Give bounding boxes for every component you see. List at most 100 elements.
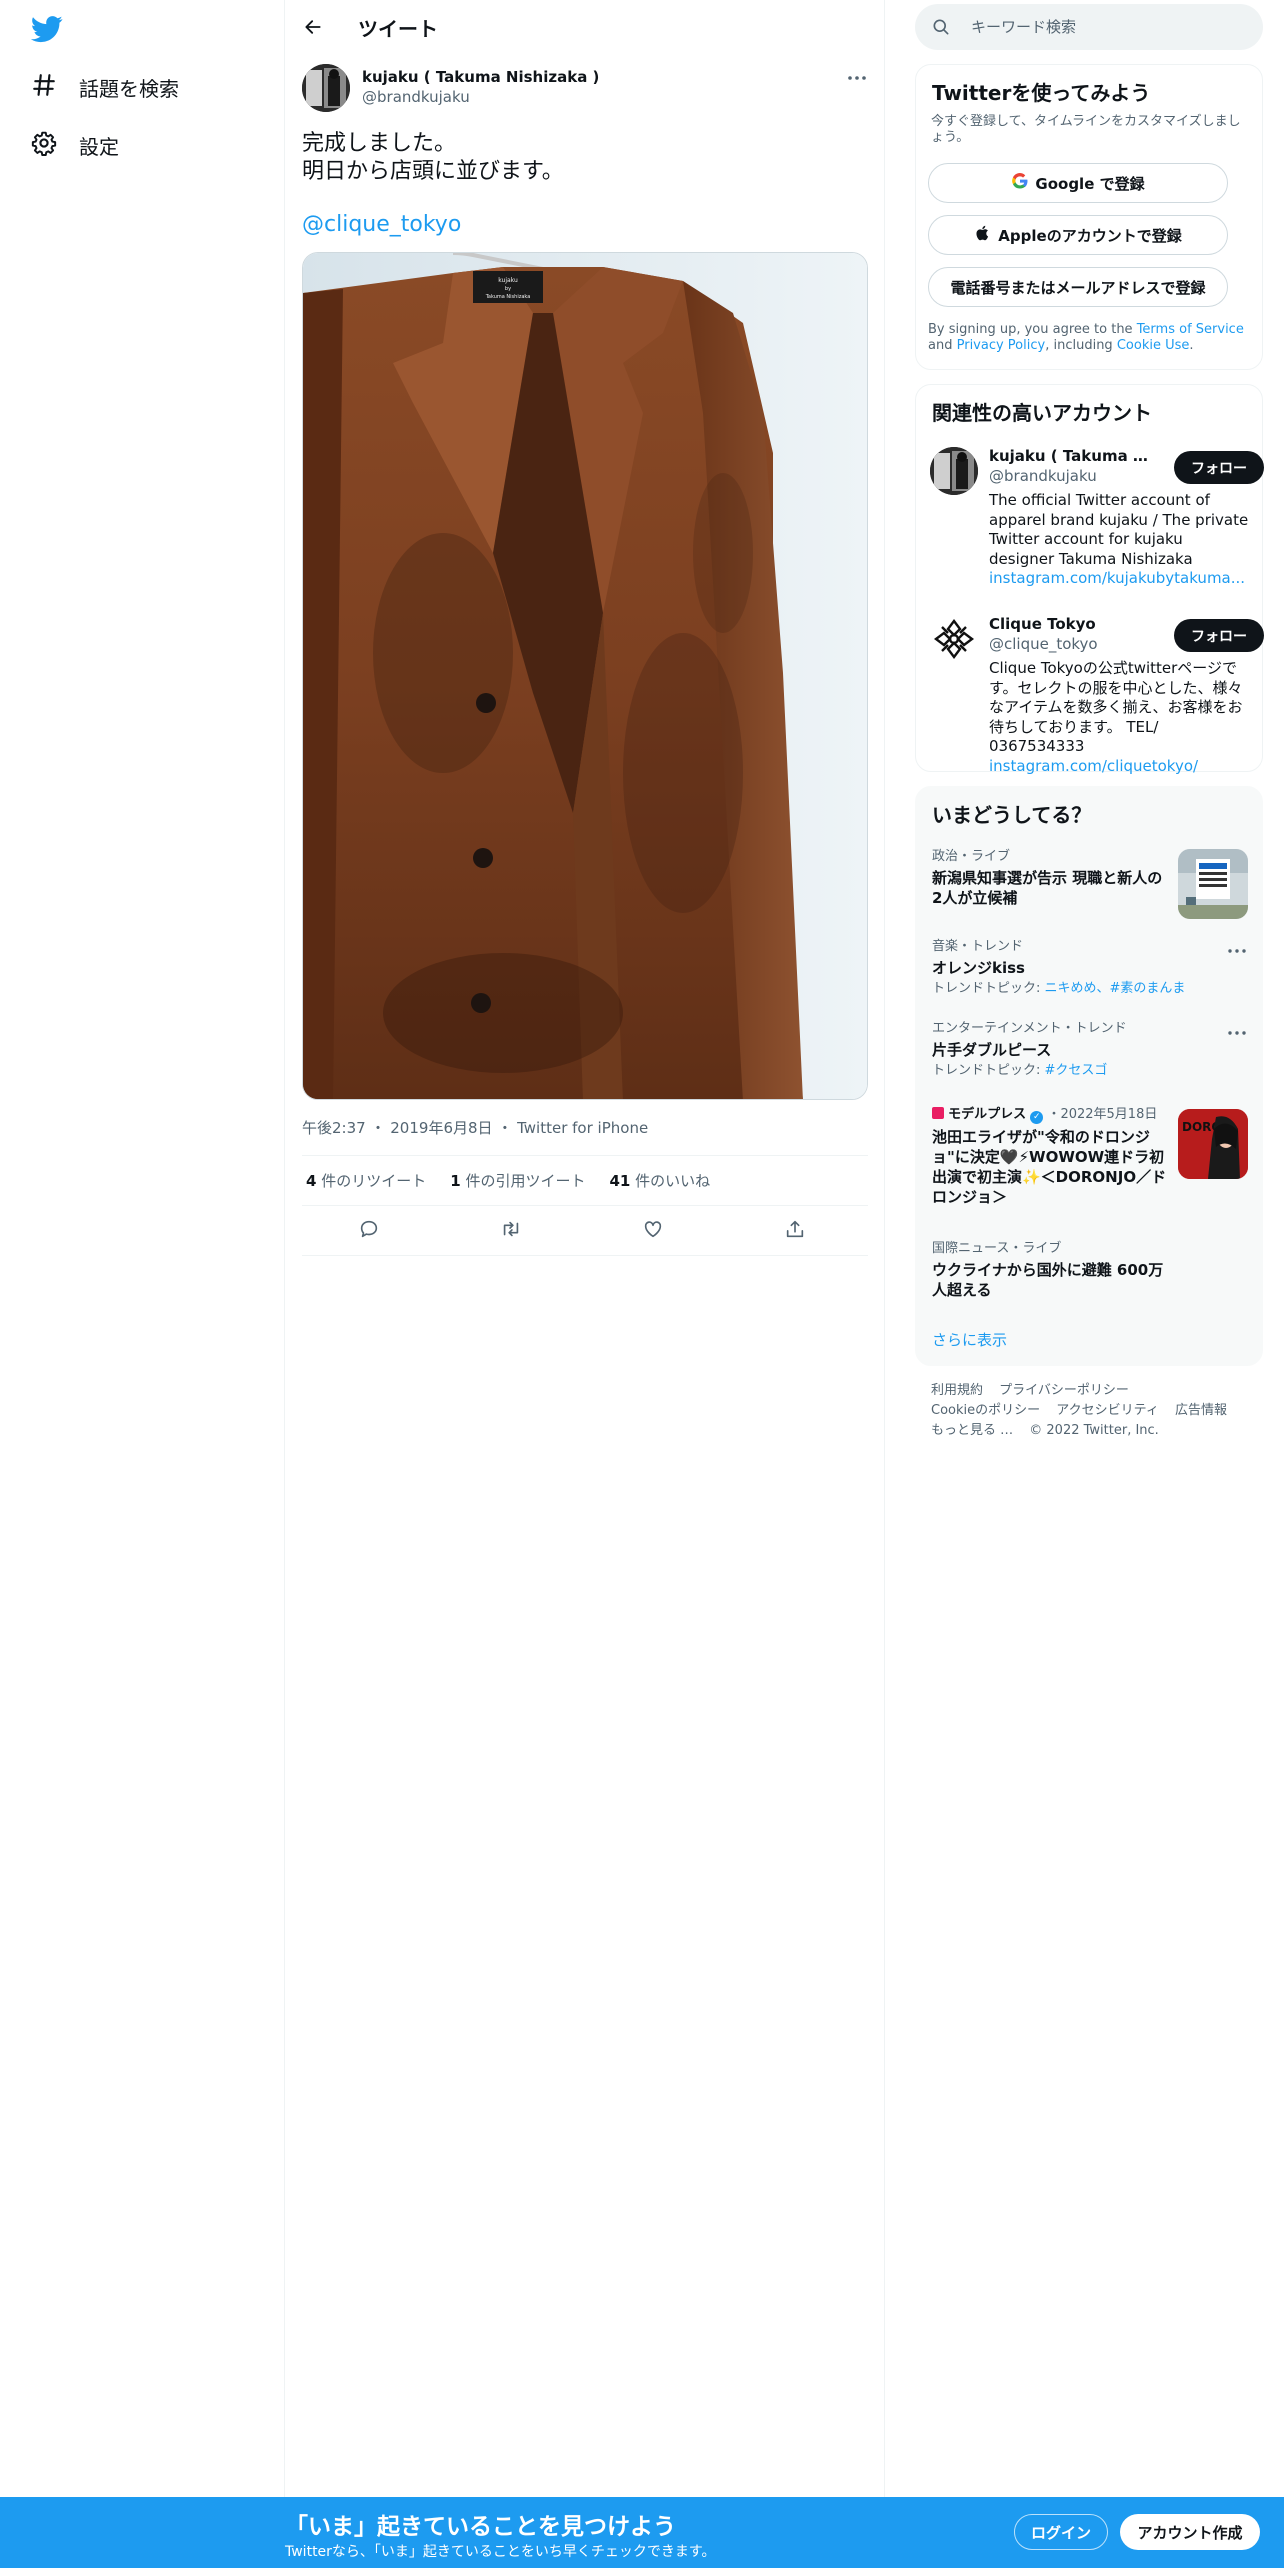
trend-more-icon[interactable] [1226,943,1248,957]
trend-item[interactable]: 国際ニュース・ライブ ウクライナから国外に避難 600万人超える [932,1241,1248,1303]
retweets-label: 件のリツイート [321,1172,427,1190]
verified-badge-icon: ✓ [1030,1111,1044,1124]
terms-of-service-link[interactable]: Terms of Service [1137,322,1244,337]
trend-context: 音楽・トレンド [932,939,1024,954]
quotes-stat[interactable]: 1 件の引用ツイート [450,1170,585,1191]
share-icon[interactable] [784,1218,810,1244]
footer-cookie-link[interactable]: Cookieのポリシー [931,1403,1040,1418]
account-item[interactable]: Clique Tokyo @clique_tokyo フォロー Clique T… [930,615,1264,775]
tweet-text: 完成しました。 明日から店頭に並びます。 [302,130,862,186]
account-bio-link[interactable]: instagram.com/cliquetokyo/ [989,757,1251,777]
trend-topics-links[interactable]: #クセスゴ [1045,1063,1108,1078]
apple-signup-label: Appleのアカウントで登録 [998,226,1182,245]
footer-accessibility-link[interactable]: アクセシビリティ [1056,1403,1159,1418]
account-handle[interactable]: @brandkujaku [989,467,1097,485]
search-input[interactable] [971,4,1241,50]
terms-and: and [928,338,953,353]
trend-more-icon[interactable] [1226,1025,1248,1039]
banner-subtitle: Twitterなら、「いま」起きていることをいち早くチェックできます。 [285,2544,716,2560]
google-signup-button[interactable]: Google で登録 [928,163,1228,203]
footer-terms-link[interactable]: 利用規約 [931,1383,983,1398]
back-button[interactable] [299,13,327,41]
follow-button[interactable]: フォロー [1174,451,1264,484]
tweet-text-line: 完成しました。 [302,131,457,156]
nav-settings[interactable]: 設定 [31,125,119,165]
trend-item[interactable]: エンターテインメント・トレンド 片手ダブルピース トレンドトピック: #クセスゴ [932,1021,1248,1083]
signup-button[interactable]: アカウント作成 [1120,2514,1260,2550]
author-handle[interactable]: @brandkujaku [362,88,470,106]
likes-stat[interactable]: 41 件のいいね [609,1170,710,1191]
more-options-icon[interactable] [846,70,868,86]
account-bio-link[interactable]: instagram.com/kujakubytakuma... [989,569,1251,589]
trend-thumbnail [1178,849,1248,919]
nav-explore-label: 話題を検索 [79,76,179,101]
main-header: ツイート [285,0,885,53]
footer-ads-link[interactable]: 広告情報 [1175,1403,1227,1418]
trend-item[interactable]: 音楽・トレンド オレンジkiss トレンドトピック: ニキめめ、#素のまんま [932,939,1248,1001]
trend-thumbnail: DORO [1178,1109,1248,1179]
photo-label-text: by [505,286,511,292]
meta-separator: ・ [370,1119,386,1137]
bottom-signup-banner: 「いま」起きていることを見つけよう Twitterなら、「いま」起きていることを… [0,2497,1284,2568]
terms-including: , including [1045,338,1113,353]
tweet-date[interactable]: 2019年6月8日 [390,1119,492,1137]
apple-signup-button[interactable]: Appleのアカウントで登録 [928,215,1228,255]
relevant-accounts-card: 関連性の高いアカウント kujaku ( Takuma Nishizaka ) … [915,384,1264,775]
account-item[interactable]: kujaku ( Takuma Nishizaka ) @brandkujaku… [930,447,1264,597]
nav-explore[interactable]: 話題を検索 [31,67,179,107]
tweet-source[interactable]: Twitter for iPhone [517,1119,648,1137]
privacy-policy-link[interactable]: Privacy Policy [957,338,1046,353]
tweet-mention-link[interactable]: @clique_tokyo [302,212,461,237]
meta-separator: ・ [497,1119,513,1137]
author-avatar[interactable] [302,64,350,112]
footer-privacy-link[interactable]: プライバシーポリシー [999,1383,1129,1398]
left-sidebar: 話題を検索 設定 [0,0,285,2497]
trends-title: いまどうしてる？ [932,803,1092,827]
main-column: ツイート kujaku ( Takuma Nishizaka ) @brandk… [285,0,885,2497]
tweet-actions [302,1206,868,1256]
tweet-time[interactable]: 午後2:37 [302,1119,366,1137]
retweets-stat[interactable]: 4 件のリツイート [306,1170,426,1191]
trend-item[interactable]: モデルプレス ✓ ・2022年5月18日 池田エライザが"令和のドロンジョ"に決… [932,1107,1248,1207]
account-avatar[interactable] [930,447,978,495]
account-name[interactable]: Clique Tokyo [989,615,1149,633]
tweet-meta: 午後2:37 ・ 2019年6月8日 ・ Twitter for iPhone [302,1117,648,1138]
reply-icon[interactable] [358,1218,384,1244]
footer-links: 利用規約 プライバシーポリシー Cookieのポリシー アクセシビリティ 広告情… [931,1381,1251,1441]
trend-topics-links[interactable]: ニキめめ、#素のまんま [1045,981,1186,996]
news-source-icon [932,1107,944,1119]
cookie-use-link[interactable]: Cookie Use [1117,338,1190,353]
photo-label-text: kujaku [498,277,518,284]
banner-title: 「いま」起きていることを見つけよう [285,2514,676,2540]
retweet-icon[interactable] [500,1218,526,1244]
signup-terms: By signing up, you agree to the Terms of… [928,322,1248,354]
twitter-bird-icon[interactable] [30,13,63,45]
author-name[interactable]: kujaku ( Takuma Nishizaka ) [362,68,599,86]
tweet-photo[interactable]: kujaku by Takuma Nishizaka [302,252,868,1100]
hashtag-icon [31,72,57,102]
relevant-title: 関連性の高いアカウント [932,401,1152,425]
account-handle[interactable]: @clique_tokyo [989,635,1098,653]
trend-name: オレンジkiss [932,959,1025,977]
footer-more-link[interactable]: もっと見る … [931,1423,1013,1438]
likes-label: 件のいいね [635,1172,711,1190]
account-avatar[interactable] [930,615,978,663]
search-bar[interactable] [915,4,1263,50]
trend-item[interactable]: 政治・ライブ 新潟県知事選が告示 現職と新人の2人が立候補 [932,849,1248,921]
google-g-icon [1011,172,1035,194]
show-more-link[interactable]: さらに表示 [932,1329,1007,1350]
phone-email-signup-button[interactable]: 電話番号またはメールアドレスで登録 [928,267,1228,307]
follow-button[interactable]: フォロー [1174,619,1264,652]
terms-period: . [1189,338,1194,353]
retweets-count: 4 [306,1172,317,1190]
arrow-left-icon [305,20,321,34]
login-button[interactable]: ログイン [1014,2514,1108,2550]
trend-topics-prefix: トレンドトピック: [932,981,1045,996]
terms-prefix: By signing up, you agree to the [928,322,1133,337]
news-source-name: モデルプレス [948,1107,1027,1122]
like-heart-icon[interactable] [642,1218,668,1244]
trends-card: いまどうしてる？ 政治・ライブ 新潟県知事選が告示 現職と新人の2人が立候補 音… [915,786,1263,1366]
trend-topics-prefix: トレンドトピック: [932,1063,1045,1078]
account-name[interactable]: kujaku ( Takuma Nishizaka ) [989,447,1149,465]
signup-description: 今すぐ登録して、タイムラインをカスタマイズしましょう。 [931,114,1241,145]
